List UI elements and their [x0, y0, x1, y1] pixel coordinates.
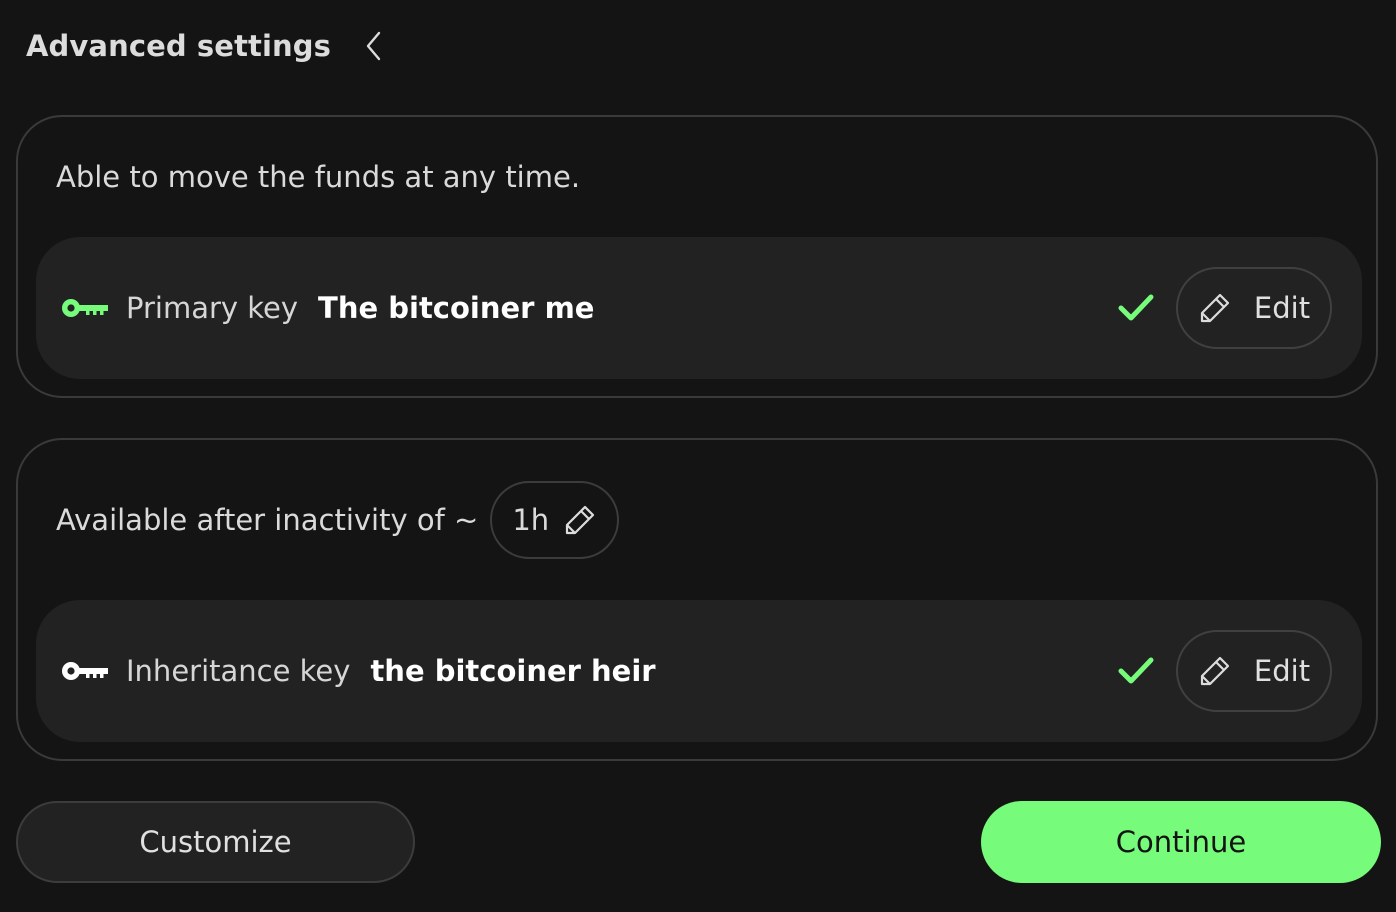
pencil-icon — [1200, 656, 1230, 686]
key-type-label: Primary key — [126, 291, 299, 325]
recovery-path-description: Available after inactivity of ~ 1h — [56, 480, 620, 560]
check-icon — [1116, 651, 1156, 691]
recovery-description-text: Available after inactivity of ~ — [56, 503, 479, 537]
edit-label: Edit — [1253, 654, 1311, 688]
key-name: The bitcoiner me — [318, 291, 595, 325]
check-icon — [1116, 288, 1156, 328]
edit-primary-key-button[interactable]: Edit — [1176, 267, 1332, 349]
edit-label: Edit — [1253, 291, 1311, 325]
key-icon — [60, 658, 110, 684]
timelock-value: 1h — [512, 503, 550, 537]
pencil-icon — [1200, 293, 1230, 323]
pencil-icon — [566, 505, 595, 535]
page-title: Advanced settings — [26, 29, 331, 63]
header: Advanced settings — [26, 24, 387, 68]
primary-path-description: Able to move the funds at any time. — [56, 160, 581, 194]
inheritance-key-row: Inheritance key the bitcoiner heir Edit — [36, 600, 1362, 742]
key-icon — [60, 295, 110, 321]
advanced-settings-page: Advanced settings Able to move the funds… — [0, 0, 1396, 912]
primary-path-card: Able to move the funds at any time. Prim… — [16, 115, 1378, 398]
key-name: the bitcoiner heir — [370, 654, 656, 688]
customize-button[interactable]: Customize — [16, 801, 415, 883]
key-type-label: Inheritance key — [126, 654, 351, 688]
edit-inheritance-key-button[interactable]: Edit — [1176, 630, 1332, 712]
back-button[interactable] — [361, 28, 387, 64]
recovery-path-card: Available after inactivity of ~ 1h Inher… — [16, 438, 1378, 761]
primary-key-row: Primary key The bitcoiner me Edit — [36, 237, 1362, 379]
continue-button[interactable]: Continue — [981, 801, 1381, 883]
chevron-left-icon — [366, 31, 381, 61]
timelock-edit-chip[interactable]: 1h — [490, 481, 620, 559]
